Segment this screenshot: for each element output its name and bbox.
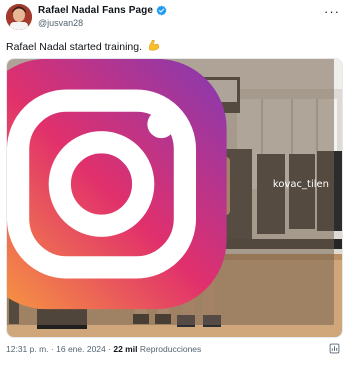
tweet-date[interactable]: 16 ene. 2024 bbox=[56, 344, 106, 354]
watermark-text: kovac_tilen bbox=[272, 178, 329, 190]
author-handle[interactable]: @jusvan28 bbox=[38, 18, 83, 28]
author-display-name[interactable]: Rafael Nadal Fans Page bbox=[38, 5, 153, 16]
tweet-metadata: 12:31 p. m. · 16 ene. 2024 · 22 mil Repr… bbox=[6, 344, 201, 354]
tweet-photo[interactable]: kovac_tilen bbox=[6, 58, 343, 338]
more-options-icon[interactable]: ··· bbox=[324, 4, 340, 19]
verified-badge-icon bbox=[156, 5, 167, 16]
views-label: Reproducciones bbox=[139, 344, 202, 354]
instagram-icon bbox=[7, 59, 227, 310]
post-analytics-icon[interactable] bbox=[329, 343, 340, 354]
avatar[interactable] bbox=[6, 4, 32, 30]
photo-watermark: kovac_tilen bbox=[7, 59, 334, 325]
flexed-biceps-icon bbox=[149, 40, 160, 51]
tweet-body: Rafael Nadal started training. bbox=[6, 41, 142, 53]
tweet-time[interactable]: 12:31 p. m. bbox=[6, 344, 49, 354]
meta-separator: · bbox=[50, 344, 54, 354]
tweet-text: Rafael Nadal started training. bbox=[6, 39, 160, 53]
views-count: 22 mil bbox=[113, 344, 138, 354]
meta-separator: · bbox=[108, 344, 111, 354]
author-name-row: Rafael Nadal Fans Page bbox=[38, 5, 167, 16]
